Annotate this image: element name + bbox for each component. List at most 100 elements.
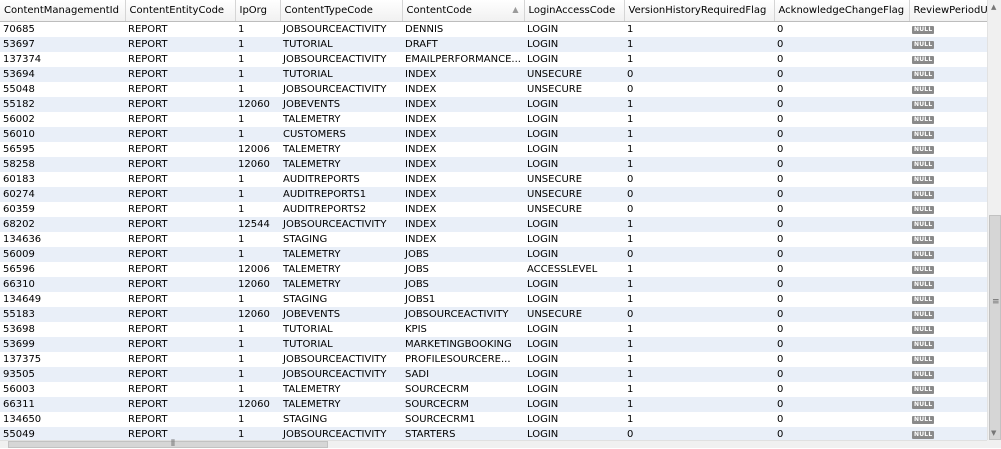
cell-acknowledgechangeflag[interactable]: 0 <box>774 367 909 382</box>
table-row[interactable]: 134649 REPORT 1 STAGING JOBS1 LOGIN 1 0 NULL <box>0 292 987 307</box>
table-row[interactable]: 55183 REPORT 12060 JOBEVENTS JOBSOURCEACTIVI… <box>0 307 987 322</box>
cell-contententitycode[interactable]: REPORT <box>125 217 235 232</box>
column-header-reviewperiod[interactable]: ReviewPeriodU <box>909 0 987 22</box>
horizontal-scrollbar[interactable]: ⦀ <box>0 439 987 449</box>
cell-contenttypecode[interactable]: TALEMETRY <box>280 142 402 157</box>
cell-contenttypecode[interactable]: STAGING <box>280 412 402 427</box>
cell-contenttypecode[interactable]: JOBEVENTS <box>280 307 402 322</box>
cell-versionhistoryrequiredflag[interactable]: 1 <box>624 217 774 232</box>
cell-contenttypecode[interactable]: JOBSOURCEACTIVITY <box>280 21 402 37</box>
cell-contentmanagementid[interactable]: 53699 <box>0 337 125 352</box>
cell-contenttypecode[interactable]: TALEMETRY <box>280 397 402 412</box>
cell-loginaccesscode[interactable]: LOGIN <box>524 127 624 142</box>
cell-contenttypecode[interactable]: AUDITREPORTS2 <box>280 202 402 217</box>
table-row[interactable]: 137374 REPORT 1 JOBSOURCEACTIVITY EMAILPERFO… <box>0 52 987 67</box>
cell-iporg[interactable]: 12006 <box>235 142 280 157</box>
cell-contentmanagementid[interactable]: 56003 <box>0 382 125 397</box>
table-row[interactable]: 56003 REPORT 1 TALEMETRY SOURCECRM LOGIN 1 0 NUL… <box>0 382 987 397</box>
cell-contententitycode[interactable]: REPORT <box>125 157 235 172</box>
cell-versionhistoryrequiredflag[interactable]: 1 <box>624 127 774 142</box>
cell-acknowledgechangeflag[interactable]: 0 <box>774 322 909 337</box>
cell-reviewperiod[interactable]: NULL <box>909 82 987 97</box>
cell-iporg[interactable]: 1 <box>235 232 280 247</box>
cell-acknowledgechangeflag[interactable]: 0 <box>774 427 909 440</box>
cell-contentmanagementid[interactable]: 56596 <box>0 262 125 277</box>
table-row[interactable]: 68202 REPORT 12544 JOBSOURCEACTIVITY INDEX LO… <box>0 217 987 232</box>
cell-contentcode[interactable]: INDEX <box>402 127 524 142</box>
cell-acknowledgechangeflag[interactable]: 0 <box>774 157 909 172</box>
cell-reviewperiod[interactable]: NULL <box>909 97 987 112</box>
table-row[interactable]: 137375 REPORT 1 JOBSOURCEACTIVITY PROFILESOU… <box>0 352 987 367</box>
column-header-acknowledgechangeflag[interactable]: AcknowledgeChangeFlag <box>774 0 910 22</box>
cell-loginaccesscode[interactable]: LOGIN <box>524 52 624 67</box>
cell-versionhistoryrequiredflag[interactable]: 0 <box>624 427 774 440</box>
cell-reviewperiod[interactable]: NULL <box>909 427 987 440</box>
cell-contententitycode[interactable]: REPORT <box>125 82 235 97</box>
cell-contententitycode[interactable]: REPORT <box>125 232 235 247</box>
cell-contentcode[interactable]: INDEX <box>402 187 524 202</box>
table-row[interactable]: 53699 REPORT 1 TUTORIAL MARKETINGBOOKING LOGI… <box>0 337 987 352</box>
cell-contentmanagementid[interactable]: 70685 <box>0 21 125 37</box>
cell-versionhistoryrequiredflag[interactable]: 1 <box>624 397 774 412</box>
cell-iporg[interactable]: 1 <box>235 127 280 142</box>
table-row[interactable]: 56009 REPORT 1 TALEMETRY JOBS LOGIN 0 0 NULL <box>0 247 987 262</box>
cell-versionhistoryrequiredflag[interactable]: 1 <box>624 367 774 382</box>
cell-acknowledgechangeflag[interactable]: 0 <box>774 277 909 292</box>
cell-contenttypecode[interactable]: JOBSOURCEACTIVITY <box>280 217 402 232</box>
cell-contenttypecode[interactable]: TALEMETRY <box>280 157 402 172</box>
cell-contententitycode[interactable]: REPORT <box>125 97 235 112</box>
cell-reviewperiod[interactable]: NULL <box>909 247 987 262</box>
cell-loginaccesscode[interactable]: LOGIN <box>524 97 624 112</box>
cell-contentmanagementid[interactable]: 134649 <box>0 292 125 307</box>
cell-contentmanagementid[interactable]: 66311 <box>0 397 125 412</box>
cell-contentmanagementid[interactable]: 55183 <box>0 307 125 322</box>
cell-versionhistoryrequiredflag[interactable]: 1 <box>624 112 774 127</box>
cell-contenttypecode[interactable]: TALEMETRY <box>280 247 402 262</box>
table-row[interactable]: 60183 REPORT 1 AUDITREPORTS INDEX UNSECURE 0 0 N… <box>0 172 987 187</box>
cell-versionhistoryrequiredflag[interactable]: 1 <box>624 142 774 157</box>
cell-iporg[interactable]: 12060 <box>235 397 280 412</box>
cell-contententitycode[interactable]: REPORT <box>125 262 235 277</box>
cell-iporg[interactable]: 1 <box>235 21 280 37</box>
cell-contentcode[interactable]: INDEX <box>402 82 524 97</box>
cell-contenttypecode[interactable]: TALEMETRY <box>280 112 402 127</box>
cell-versionhistoryrequiredflag[interactable]: 1 <box>624 352 774 367</box>
cell-iporg[interactable]: 1 <box>235 367 280 382</box>
cell-contentcode[interactable]: KPIS <box>402 322 524 337</box>
cell-loginaccesscode[interactable]: LOGIN <box>524 157 624 172</box>
cell-versionhistoryrequiredflag[interactable]: 1 <box>624 232 774 247</box>
cell-acknowledgechangeflag[interactable]: 0 <box>774 292 909 307</box>
cell-contentmanagementid[interactable]: 53697 <box>0 37 125 52</box>
cell-contententitycode[interactable]: REPORT <box>125 322 235 337</box>
table-row[interactable]: 53694 REPORT 1 TUTORIAL INDEX UNSECURE 0 0 NULL <box>0 67 987 82</box>
cell-iporg[interactable]: 1 <box>235 187 280 202</box>
cell-iporg[interactable]: 1 <box>235 322 280 337</box>
cell-contentcode[interactable]: INDEX <box>402 142 524 157</box>
table-row[interactable]: 70685 REPORT 1 JOBSOURCEACTIVITY DENNIS LOGIN… <box>0 21 987 37</box>
table-row[interactable]: 55048 REPORT 1 JOBSOURCEACTIVITY INDEX UNSECU… <box>0 82 987 97</box>
cell-loginaccesscode[interactable]: LOGIN <box>524 232 624 247</box>
cell-contentmanagementid[interactable]: 60274 <box>0 187 125 202</box>
cell-iporg[interactable]: 1 <box>235 247 280 262</box>
cell-contentcode[interactable]: JOBS <box>402 262 524 277</box>
cell-contenttypecode[interactable]: STAGING <box>280 232 402 247</box>
cell-contentmanagementid[interactable]: 55048 <box>0 82 125 97</box>
cell-contentcode[interactable]: EMAILPERFORMANCE... <box>402 52 524 67</box>
cell-contententitycode[interactable]: REPORT <box>125 382 235 397</box>
column-header-loginaccesscode[interactable]: LoginAccessCode <box>524 0 625 22</box>
cell-acknowledgechangeflag[interactable]: 0 <box>774 112 909 127</box>
cell-iporg[interactable]: 1 <box>235 337 280 352</box>
cell-iporg[interactable]: 1 <box>235 82 280 97</box>
table-row[interactable]: 60359 REPORT 1 AUDITREPORTS2 INDEX UNSECURE 0 0… <box>0 202 987 217</box>
cell-contentmanagementid[interactable]: 53694 <box>0 67 125 82</box>
cell-acknowledgechangeflag[interactable]: 0 <box>774 21 909 37</box>
cell-acknowledgechangeflag[interactable]: 0 <box>774 37 909 52</box>
cell-contentcode[interactable]: DRAFT <box>402 37 524 52</box>
cell-versionhistoryrequiredflag[interactable]: 1 <box>624 97 774 112</box>
cell-contenttypecode[interactable]: TALEMETRY <box>280 277 402 292</box>
cell-iporg[interactable]: 12060 <box>235 277 280 292</box>
cell-contentmanagementid[interactable]: 66310 <box>0 277 125 292</box>
cell-contenttypecode[interactable]: AUDITREPORTS1 <box>280 187 402 202</box>
cell-reviewperiod[interactable]: NULL <box>909 202 987 217</box>
scroll-up-arrow-icon[interactable]: ▲ <box>991 3 996 11</box>
